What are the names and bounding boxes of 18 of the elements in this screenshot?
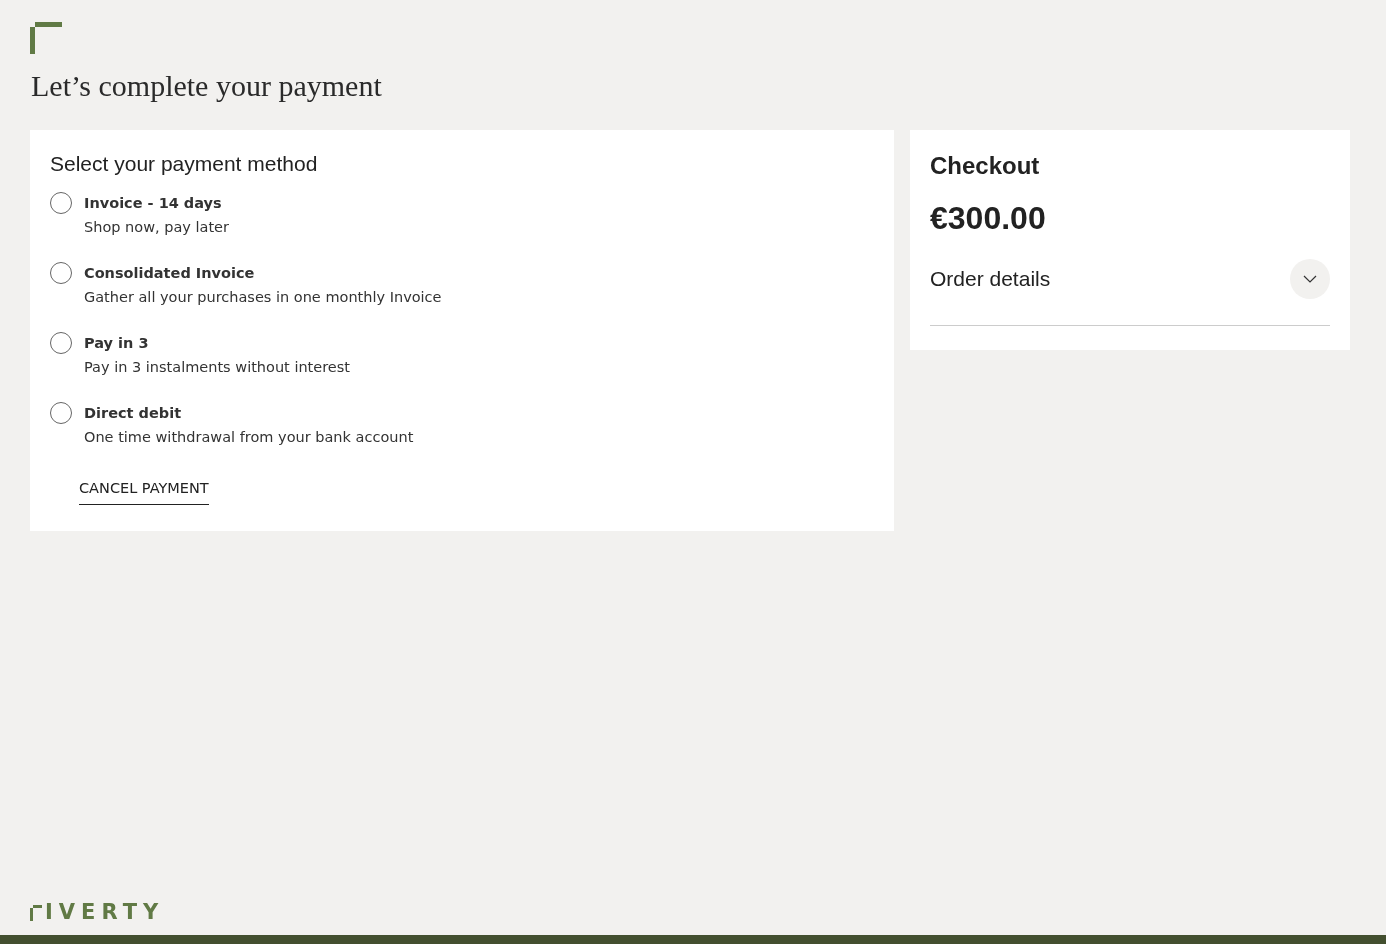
checkout-title: Checkout — [930, 152, 1041, 180]
option-description: Gather all your purchases in one monthly Invoice — [84, 288, 442, 307]
brand-corner-icon — [30, 22, 62, 54]
option-description: Shop now, pay later — [84, 218, 229, 237]
option-label: Consolidated Invoice — [84, 264, 256, 283]
brand-name: IVERTY — [45, 903, 165, 921]
brand-corner-icon — [30, 905, 42, 921]
option-label: Pay in 3 — [84, 334, 150, 353]
option-description: Pay in 3 instalments without interest — [84, 358, 351, 377]
card-title: Select your payment method — [50, 152, 319, 176]
cancel-payment-link[interactable]: CANCEL PAYMENT — [79, 480, 209, 505]
option-label: Invoice - 14 days — [84, 194, 223, 213]
page-heading: Let’s complete your payment — [31, 68, 383, 104]
option-label: Direct debit — [84, 404, 183, 423]
option-description: One time withdrawal from your bank account — [84, 428, 414, 447]
chevron-down-icon — [1303, 275, 1317, 283]
total-amount: €300.00 — [930, 200, 1047, 237]
order-details-label: Order details — [930, 267, 1051, 291]
